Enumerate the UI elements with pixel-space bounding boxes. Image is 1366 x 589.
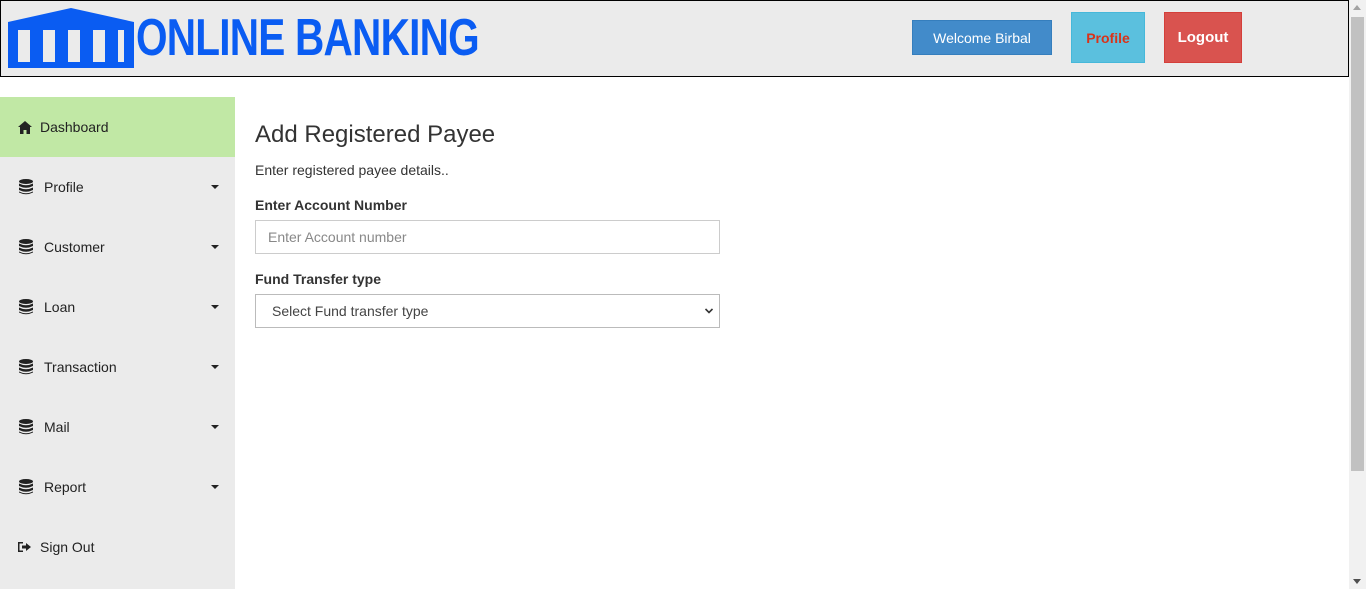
logo[interactable]: ONLINE BANKING [8, 8, 576, 68]
caret-down-icon [211, 365, 219, 369]
scrollbar-thumb[interactable] [1351, 17, 1364, 471]
scroll-up-icon[interactable] [1353, 5, 1361, 10]
sidebar-item-label: Sign Out [40, 539, 95, 555]
main-content: Add Registered Payee Enter registered pa… [255, 97, 1155, 328]
profile-button[interactable]: Profile [1071, 12, 1145, 63]
caret-down-icon [211, 425, 219, 429]
database-icon [18, 179, 34, 195]
database-icon [18, 419, 34, 435]
sidebar-item-mail[interactable]: Mail [0, 397, 235, 457]
top-header: ONLINE BANKING Welcome Birbal Profile Lo… [0, 0, 1349, 77]
sidebar-item-dashboard[interactable]: Dashboard [0, 97, 235, 157]
logo-text: ONLINE BANKING [136, 9, 480, 67]
vertical-scrollbar[interactable] [1349, 0, 1366, 589]
sidebar-item-report[interactable]: Report [0, 457, 235, 517]
caret-down-icon [211, 185, 219, 189]
home-icon [18, 119, 32, 135]
sidebar-item-label: Report [44, 479, 87, 495]
sidebar-item-profile[interactable]: Profile [0, 157, 235, 217]
caret-down-icon [211, 485, 219, 489]
sidebar-item-label: Transaction [44, 359, 117, 375]
chevron-down-icon [705, 308, 713, 314]
sidebar-item-loan[interactable]: Loan [0, 277, 235, 337]
sidebar-item-label: Customer [44, 239, 105, 255]
database-icon [18, 299, 34, 315]
database-icon [18, 359, 34, 375]
sidebar-item-label: Mail [44, 419, 70, 435]
account-number-label: Enter Account Number [255, 197, 407, 213]
sidebar-item-label: Profile [44, 179, 84, 195]
sign-out-icon [18, 539, 32, 555]
scroll-down-icon[interactable] [1353, 579, 1361, 584]
welcome-button[interactable]: Welcome Birbal [912, 20, 1052, 55]
sidebar-item-sign-out[interactable]: Sign Out [0, 517, 235, 577]
database-icon [18, 479, 34, 495]
sidebar-item-transaction[interactable]: Transaction [0, 337, 235, 397]
select-value: Select Fund transfer type [272, 303, 429, 319]
sidebar-item-customer[interactable]: Customer [0, 217, 235, 277]
caret-down-icon [211, 305, 219, 309]
sidebar: Dashboard Profile Customer Loan Transact… [0, 97, 235, 589]
fund-transfer-type-label: Fund Transfer type [255, 271, 382, 287]
page-title: Add Registered Payee [255, 121, 496, 148]
database-icon [18, 239, 34, 255]
sidebar-item-label: Dashboard [40, 119, 109, 135]
sidebar-item-label: Loan [44, 299, 76, 315]
page-subtitle: Enter registered payee details.. [255, 162, 449, 178]
logout-button[interactable]: Logout [1164, 12, 1242, 63]
page: ONLINE BANKING Welcome Birbal Profile Lo… [0, 0, 1349, 589]
account-number-input[interactable] [255, 220, 720, 254]
caret-down-icon [211, 245, 219, 249]
bank-building-icon [8, 8, 134, 68]
fund-transfer-type-select[interactable]: Select Fund transfer type [255, 294, 720, 328]
